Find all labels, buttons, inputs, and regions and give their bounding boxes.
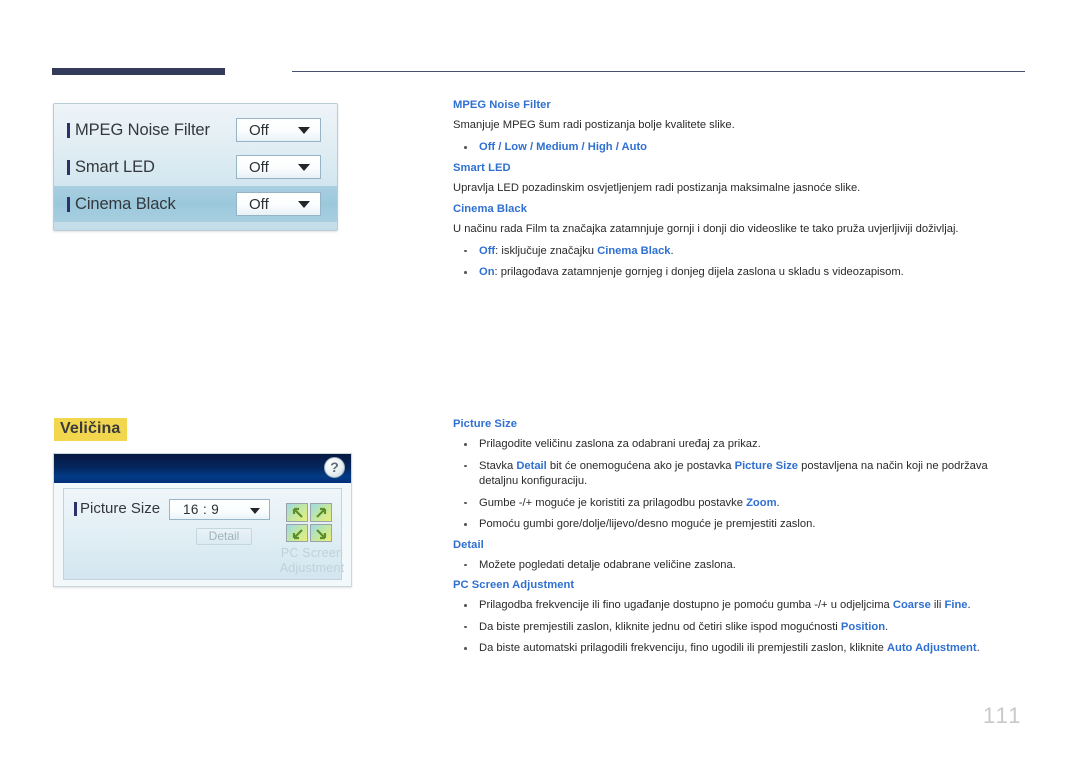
bullet-tick-icon (67, 122, 70, 138)
list-item: Pomoću gumbi gore/dolje/lijevo/desno mog… (453, 517, 1028, 533)
osd-dropdown-value: Off (249, 121, 269, 139)
osd-row-cinema-black[interactable]: Cinema Black Off (54, 186, 337, 222)
header-thin-line (292, 71, 1025, 73)
osd-row-mpeg-noise-filter[interactable]: MPEG Noise Filter Off (54, 112, 337, 148)
chevron-down-icon (298, 126, 310, 134)
list-item: On: prilagođava zatamnjenje gornjeg i do… (453, 265, 1028, 281)
arrow-up-left-icon (292, 507, 303, 518)
arrow-up-right-icon (316, 507, 327, 518)
position-tile-bottom-left[interactable] (286, 523, 308, 542)
osd-panel-body: Picture Size 16 : 9 Detail PC Screen Adj… (63, 488, 344, 580)
position-tile-bottom-right[interactable] (310, 523, 332, 542)
doc-heading-mpeg-noise-filter: MPEG Noise Filter (453, 99, 551, 111)
doc-bullets-picture-size: Prilagodite veličinu zaslona za odabrani… (453, 437, 1028, 533)
osd-row-label: MPEG Noise Filter (75, 120, 210, 139)
documentation-block-top: MPEG Noise Filter Smanjuje MPEG šum radi… (453, 99, 1028, 287)
doc-heading-pc-screen-adjustment: PC Screen Adjustment (453, 579, 575, 591)
list-item: Prilagodite veličinu zaslona za odabrani… (453, 437, 1028, 453)
pc-screen-adjustment-label: PC Screen Adjustment (279, 546, 345, 575)
osd-row-label: Cinema Black (75, 194, 176, 213)
doc-heading-cinema-black: Cinema Black (453, 202, 527, 215)
picture-size-panel-mockup: ? Picture Size 16 : 9 Detail PC Screen A… (53, 453, 352, 587)
list-item: Stavka Detail bit će onemogućena ako je … (453, 459, 1028, 490)
position-tile-top-right[interactable] (310, 503, 332, 522)
doc-paragraph-cinema-black: U načinu rada Film ta značajka zatamnjuj… (453, 222, 959, 235)
list-item: Možete pogledati detalje odabrane veliči… (453, 558, 1028, 574)
doc-bullets-mpeg-noise-filter: Off / Low / Medium / High / Auto (453, 140, 1028, 156)
osd-dropdown-smart-led[interactable]: Off (236, 155, 321, 179)
bullet-tick-icon (74, 502, 77, 516)
doc-paragraph-smart-led: Upravlja LED pozadinskim osvjetljenjem r… (453, 181, 861, 194)
position-quadrant-grid-icon[interactable] (286, 503, 332, 542)
list-item: Da biste premjestili zaslon, kliknite je… (453, 620, 1028, 636)
doc-bullets-cinema-black: Off: isključuje značajku Cinema Black. O… (453, 244, 1028, 281)
osd-dropdown-value: Off (249, 195, 269, 213)
section-heading-velicina: Veličina (54, 418, 128, 441)
page-header-rule (52, 68, 1025, 78)
list-item: Da biste automatski prilagodili frekvenc… (453, 641, 1028, 657)
doc-bullets-detail: Možete pogledati detalje odabrane veliči… (453, 558, 1028, 574)
arrow-down-left-icon (292, 528, 303, 539)
doc-heading-picture-size: Picture Size (453, 418, 518, 430)
bullet-tick-icon (67, 196, 70, 212)
chevron-down-icon (298, 200, 310, 208)
header-thick-bar (52, 68, 225, 75)
osd-dropdown-value: Off (249, 158, 269, 176)
arrow-down-right-icon (316, 528, 327, 539)
osd-dropdown-mpeg-noise-filter[interactable]: Off (236, 118, 321, 142)
osd-row-smart-led[interactable]: Smart LED Off (54, 149, 337, 185)
list-item: Prilagodba frekvencije ili fino ugađanje… (453, 598, 1028, 614)
list-item: Off: isključuje značajku Cinema Black. (453, 244, 1028, 260)
page-number: 111 (983, 703, 1023, 728)
detail-button[interactable]: Detail (196, 528, 252, 545)
position-tile-top-left[interactable] (286, 503, 308, 522)
picture-size-value: 16 : 9 (183, 502, 220, 517)
picture-size-dropdown[interactable]: 16 : 9 (169, 499, 270, 520)
doc-paragraph-mpeg-noise-filter: Smanjuje MPEG šum radi postizanja bolje … (453, 119, 735, 131)
bullet-tick-icon (67, 159, 70, 175)
osd-dropdown-cinema-black[interactable]: Off (236, 192, 321, 216)
doc-heading-smart-led: Smart LED (453, 161, 511, 174)
chevron-down-icon (250, 508, 260, 514)
help-icon[interactable]: ? (324, 457, 345, 478)
doc-bullets-pc-screen-adjustment: Prilagodba frekvencije ili fino ugađanje… (453, 598, 1028, 657)
list-item: Gumbe -/+ moguće je koristiti za prilago… (453, 496, 1028, 512)
osd-settings-panel-mockup: MPEG Noise Filter Off Smart LED Off Cine… (53, 103, 338, 231)
doc-heading-detail: Detail (453, 538, 484, 551)
list-item: Off / Low / Medium / High / Auto (453, 140, 1028, 156)
picture-size-label: Picture Size (80, 500, 161, 517)
documentation-block-bottom: Picture Size Prilagodite veličinu zaslon… (453, 418, 1028, 663)
chevron-down-icon (298, 163, 310, 171)
doc-options-mpeg: Off / Low / Medium / High / Auto (479, 141, 647, 153)
osd-title-bar: ? (54, 454, 351, 483)
osd-row-label: Smart LED (75, 157, 155, 176)
